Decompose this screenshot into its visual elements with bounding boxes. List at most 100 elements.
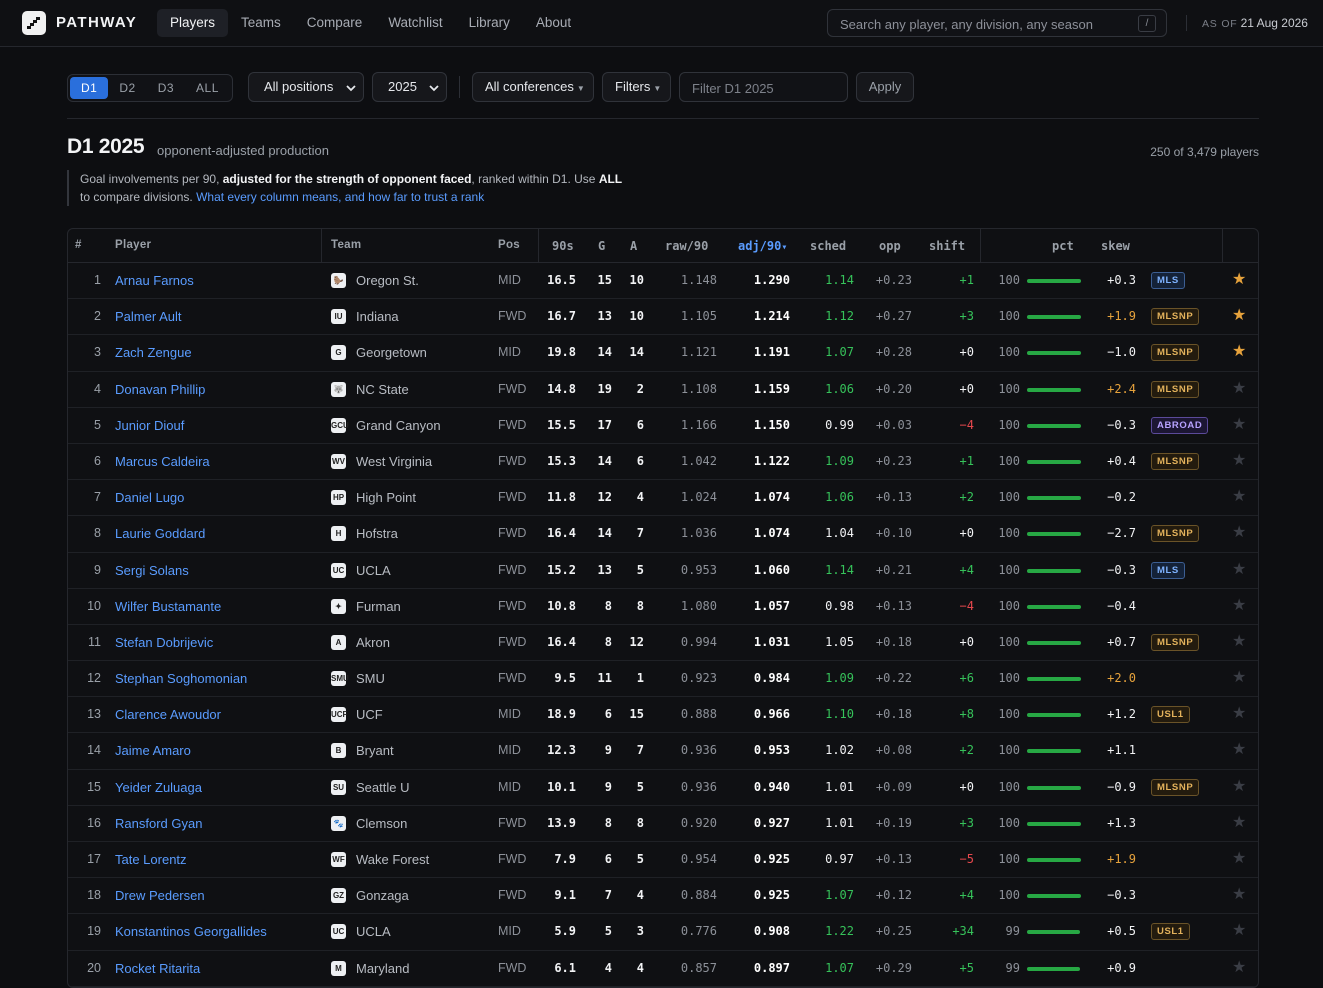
watchlist-star-icon[interactable]: ★ xyxy=(1232,488,1246,506)
table-row[interactable]: 7 Daniel Lugo HP High Point FWD 11.8 12 4 1.024 1… xyxy=(68,480,1258,517)
player-link[interactable]: Junior Diouf xyxy=(115,408,184,443)
table-row[interactable]: 12 Stephan Soghomonian SMU SMU FWD 9.5 11 1 0.92… xyxy=(68,661,1258,698)
player-link[interactable]: Donavan Phillip xyxy=(115,372,205,407)
table-filter-input[interactable] xyxy=(690,73,844,103)
col-90s[interactable]: 90s xyxy=(552,239,574,253)
player-link[interactable]: Tate Lorentz xyxy=(115,842,187,877)
watchlist-star-icon[interactable]: ★ xyxy=(1232,669,1246,687)
watchlist-star-icon[interactable]: ★ xyxy=(1232,524,1246,542)
player-link[interactable]: Clarence Awoudor xyxy=(115,697,221,732)
col-player[interactable]: Player xyxy=(115,239,151,251)
table-row[interactable]: 11 Stefan Dobrijevic A Akron FWD 16.4 8 12 0.994… xyxy=(68,625,1258,662)
division-all[interactable]: ALL xyxy=(185,77,230,99)
col-adj-per-90[interactable]: adj/90▾ xyxy=(738,239,787,253)
watchlist-star-icon[interactable]: ★ xyxy=(1232,959,1246,977)
nav-about[interactable]: About xyxy=(523,9,584,37)
table-row[interactable]: 10 Wilfer Bustamante ✦ Furman FWD 10.8 8 8 1.080… xyxy=(68,589,1258,625)
player-link[interactable]: Zach Zengue xyxy=(115,335,192,370)
player-link[interactable]: Marcus Caldeira xyxy=(115,444,210,479)
col-team[interactable]: Team xyxy=(331,239,361,251)
col-raw-per-90[interactable]: raw/90 xyxy=(665,239,708,253)
table-filter-box[interactable] xyxy=(679,72,848,103)
nav-watchlist[interactable]: Watchlist xyxy=(375,9,455,37)
watchlist-star-icon[interactable]: ★ xyxy=(1232,705,1246,723)
watchlist-star-icon[interactable]: ★ xyxy=(1232,452,1246,470)
col-pct[interactable]: pct xyxy=(1052,239,1074,253)
table-row[interactable]: 6 Marcus Caldeira WV West Virginia FWD 15.3 14… xyxy=(68,444,1258,481)
table-row[interactable]: 16 Ransford Gyan 🐾 Clemson FWD 13.9 8 8 0.920 0.9… xyxy=(68,806,1258,842)
player-link[interactable]: Daniel Lugo xyxy=(115,480,184,515)
player-link[interactable]: Ransford Gyan xyxy=(115,806,202,841)
brand-logo-icon[interactable] xyxy=(22,11,46,35)
watchlist-star-icon[interactable]: ★ xyxy=(1232,271,1246,289)
watchlist-star-icon[interactable]: ★ xyxy=(1232,850,1246,868)
player-link[interactable]: Laurie Goddard xyxy=(115,516,205,551)
player-link[interactable]: Stephan Soghomonian xyxy=(115,661,247,696)
table-row[interactable]: 4 Donavan Phillip 🐺 NC State FWD 14.8 19 2 1.108… xyxy=(68,372,1258,408)
col-assists[interactable]: A xyxy=(630,239,637,253)
player-link[interactable]: Wilfer Bustamante xyxy=(115,589,221,624)
col-pos[interactable]: Pos xyxy=(498,239,520,251)
watchlist-star-icon[interactable]: ★ xyxy=(1232,922,1246,940)
player-link[interactable]: Yeider Zuluaga xyxy=(115,770,202,805)
division-d3[interactable]: D3 xyxy=(147,77,185,99)
nav-compare[interactable]: Compare xyxy=(294,9,376,37)
nav-teams[interactable]: Teams xyxy=(228,9,294,37)
watchlist-star-icon[interactable]: ★ xyxy=(1232,597,1246,615)
table-row[interactable]: 19 Konstantinos Georgallides UC UCLA MID 5.9 5… xyxy=(68,914,1258,951)
player-link[interactable]: Konstantinos Georgallides xyxy=(115,914,267,949)
watchlist-star-icon[interactable]: ★ xyxy=(1232,814,1246,832)
position-select[interactable]: All positions xyxy=(248,72,364,102)
search-box[interactable]: / xyxy=(827,9,1167,38)
watchlist-star-icon[interactable]: ★ xyxy=(1232,886,1246,904)
goals-cell: 6 xyxy=(604,707,612,722)
division-d1[interactable]: D1 xyxy=(70,77,109,99)
watchlist-star-icon[interactable]: ★ xyxy=(1232,416,1246,434)
watchlist-star-icon[interactable]: ★ xyxy=(1232,778,1246,796)
filters-dropdown[interactable]: Filters ▼ xyxy=(602,72,671,102)
table-row[interactable]: 5 Junior Diouf GCU Grand Canyon FWD 15.5 17 6 1.… xyxy=(68,408,1258,444)
watchlist-star-icon[interactable]: ★ xyxy=(1232,561,1246,579)
col-goals[interactable]: G xyxy=(598,239,605,253)
sched-cell: 1.04 xyxy=(825,526,854,541)
nav-library[interactable]: Library xyxy=(456,9,523,37)
table-row[interactable]: 15 Yeider Zuluaga SU Seattle U MID 10.1 9 5 0.93… xyxy=(68,770,1258,806)
search-input[interactable] xyxy=(838,10,1132,38)
table-row[interactable]: 1 Arnau Farnos 🦫 Oregon St. MID 16.5 15 10 1.148… xyxy=(68,263,1258,300)
table-row[interactable]: 2 Palmer Ault IU Indiana FWD 16.7 13 10 1.105 1.2… xyxy=(68,299,1258,336)
column-help-link[interactable]: What every column means, and how far to … xyxy=(196,190,484,204)
col-opp[interactable]: opp xyxy=(879,239,901,253)
col-shift[interactable]: shift xyxy=(929,239,965,253)
table-row[interactable]: 8 Laurie Goddard H Hofstra FWD 16.4 14 7 1.036 1.… xyxy=(68,516,1258,553)
table-row[interactable]: 13 Clarence Awoudor UCF UCF MID 18.9 6 15 0.888 0… xyxy=(68,697,1258,734)
table-row[interactable]: 17 Tate Lorentz WF Wake Forest FWD 7.9 6 5 0.954… xyxy=(68,842,1258,879)
watchlist-star-icon[interactable]: ★ xyxy=(1232,307,1246,325)
player-link[interactable]: Drew Pedersen xyxy=(115,878,205,913)
col-skew[interactable]: skew xyxy=(1101,239,1130,253)
table-row[interactable]: 14 Jaime Amaro B Bryant MID 12.3 9 7 0.936 0.953 1… xyxy=(68,733,1258,770)
col-sched[interactable]: sched xyxy=(810,239,846,253)
table-row[interactable]: 3 Zach Zengue G Georgetown MID 19.8 14 14 1.121 1… xyxy=(68,335,1258,372)
player-link[interactable]: Palmer Ault xyxy=(115,299,181,334)
watchlist-star-icon[interactable]: ★ xyxy=(1232,741,1246,759)
player-link[interactable]: Stefan Dobrijevic xyxy=(115,625,213,660)
pct-cell: 100 xyxy=(998,634,1020,649)
assists-cell: 14 xyxy=(629,345,644,360)
watchlist-star-icon[interactable]: ★ xyxy=(1232,633,1246,651)
watchlist-star-icon[interactable]: ★ xyxy=(1232,343,1246,361)
nav-players[interactable]: Players xyxy=(157,9,229,37)
brand-name[interactable]: PATHWAY xyxy=(56,14,137,31)
col-rank[interactable]: # xyxy=(75,239,82,251)
table-row[interactable]: 18 Drew Pedersen GZ Gonzaga FWD 9.1 7 4 0.884 0.9… xyxy=(68,878,1258,915)
apply-button[interactable]: Apply xyxy=(856,72,914,102)
conference-dropdown[interactable]: All conferences ▼ xyxy=(472,72,594,102)
watchlist-star-icon[interactable]: ★ xyxy=(1232,380,1246,398)
player-link[interactable]: Jaime Amaro xyxy=(115,733,191,768)
season-select[interactable]: 2025 xyxy=(372,72,447,102)
table-row[interactable]: 20 Rocket Ritarita M Maryland FWD 6.1 4 4 0.857 0… xyxy=(68,951,1258,987)
table-row[interactable]: 9 Sergi Solans UC UCLA FWD 15.2 13 5 0.953 1.060 1… xyxy=(68,553,1258,589)
player-link[interactable]: Sergi Solans xyxy=(115,553,189,588)
player-link[interactable]: Arnau Farnos xyxy=(115,263,194,298)
player-link[interactable]: Rocket Ritarita xyxy=(115,951,200,986)
division-d2[interactable]: D2 xyxy=(108,77,146,99)
